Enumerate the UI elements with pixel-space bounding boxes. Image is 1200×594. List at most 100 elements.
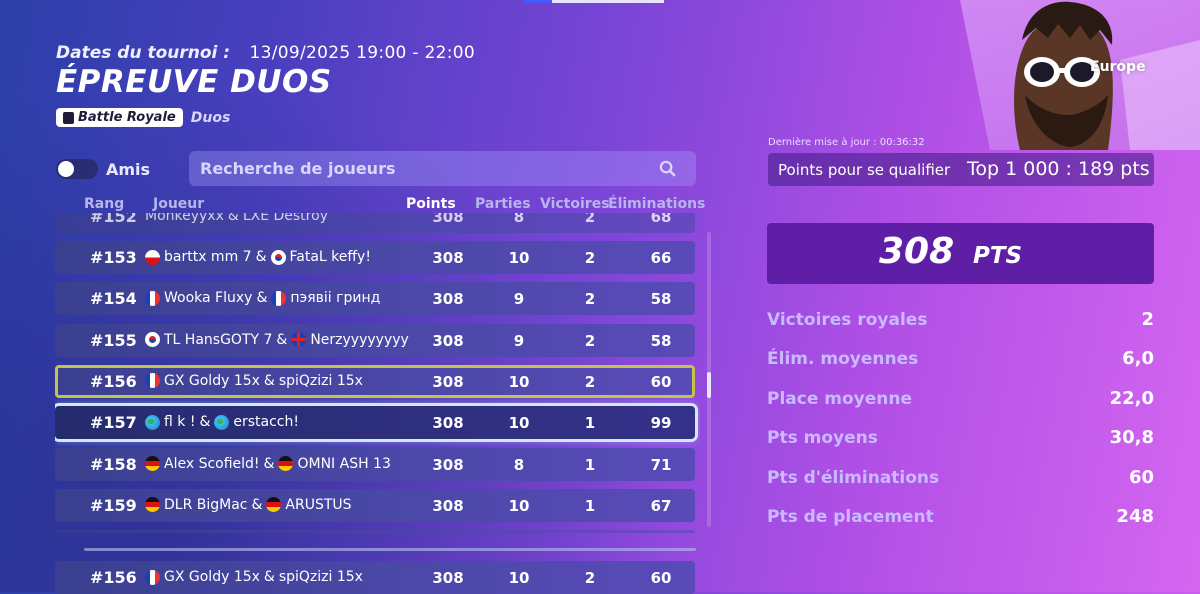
ampersand: & bbox=[255, 249, 267, 265]
row-rank: #154 bbox=[90, 289, 137, 309]
stat-value: 248 bbox=[1116, 506, 1154, 527]
row-player-2: spiQzizi 15x bbox=[278, 372, 363, 389]
stat-label: Pts moyens bbox=[767, 428, 878, 449]
row-points: 308 bbox=[432, 455, 464, 474]
character-portrait bbox=[960, 0, 1200, 150]
table-row-partial[interactable] bbox=[55, 530, 695, 533]
flag-de-icon bbox=[145, 456, 160, 471]
row-players: Monkeyyxx & LXE Destroy bbox=[145, 213, 328, 224]
row-rank: #158 bbox=[90, 454, 137, 474]
row-player-1: TL HansGOTY 7 bbox=[164, 331, 273, 348]
flag-kr-icon bbox=[145, 332, 160, 348]
row-players: GX Goldy 15x & spiQzizi 15x bbox=[145, 373, 363, 389]
pinned-player-row[interactable]: #156 GX Goldy 15x & spiQzizi 15x 308 10 2 60 bbox=[55, 561, 695, 594]
row-player-2: FataL keffy! bbox=[289, 249, 371, 265]
row-rank: #159 bbox=[90, 495, 137, 515]
row-elims: 99 bbox=[650, 414, 672, 433]
table-scrollbar[interactable] bbox=[707, 232, 711, 527]
row-rank: #152 bbox=[90, 213, 137, 226]
row-player-2: LXE Destroy bbox=[242, 213, 328, 224]
flag-de-icon bbox=[145, 497, 160, 513]
header-player[interactable]: Joueur bbox=[153, 196, 204, 212]
row-rank: #155 bbox=[90, 330, 137, 350]
stat-value: 22,0 bbox=[1109, 387, 1154, 409]
row-player-1: Wooka Fluxy bbox=[164, 290, 253, 307]
row-player-1: barttx mm 7 bbox=[164, 249, 252, 265]
row-player-2: OMNI ASH 13 bbox=[297, 455, 391, 472]
region-label: Europe bbox=[1090, 59, 1146, 75]
search-icon[interactable] bbox=[659, 160, 676, 177]
flag-fr-icon bbox=[145, 373, 160, 389]
stat-value: 30,8 bbox=[1109, 427, 1154, 449]
mode-badge: Battle Royale bbox=[56, 108, 183, 127]
search-input[interactable]: Recherche de joueurs bbox=[189, 151, 696, 186]
table-row[interactable]: #155 TL HansGOTY 7 & Nerzyyyyyyyy 308 9 2 58 bbox=[55, 323, 695, 357]
ampersand: & bbox=[263, 372, 275, 389]
table-row[interactable]: #154 Wooka Fluxy & пэявіі гринд 308 9 2 58 bbox=[55, 282, 695, 316]
header-matches[interactable]: Parties bbox=[475, 196, 531, 212]
header-elims[interactable]: Éliminations bbox=[608, 196, 705, 212]
row-players: Alex Scofield! & OMNI ASH 13 bbox=[145, 456, 391, 472]
row-wins: 2 bbox=[584, 213, 596, 226]
table-row[interactable]: #159 DLR BigMac & ARUSTUS 308 10 1 67 bbox=[55, 488, 695, 522]
ampersand: & bbox=[251, 496, 263, 513]
table-row[interactable]: #156 GX Goldy 15x & spiQzizi 15x 308 10 2 60 bbox=[55, 364, 695, 398]
mode-sub: Duos bbox=[190, 109, 231, 126]
flag-fr-icon bbox=[145, 290, 160, 306]
header-wins[interactable]: Victoires bbox=[540, 196, 610, 212]
row-rank: #156 bbox=[90, 568, 137, 587]
row-points: 308 bbox=[432, 372, 464, 391]
row-elims: 58 bbox=[650, 331, 672, 350]
row-player-2: spiQzizi 15x bbox=[278, 569, 363, 585]
table-row[interactable]: #158 Alex Scofield! & OMNI ASH 13 308 8 1 71 bbox=[55, 447, 695, 481]
header-rank[interactable]: Rang bbox=[84, 196, 124, 212]
row-wins: 1 bbox=[584, 414, 596, 433]
ampersand: & bbox=[263, 569, 275, 585]
stat-label: Pts de placement bbox=[767, 507, 934, 527]
row-elims: 66 bbox=[650, 249, 672, 267]
row-elims: 58 bbox=[650, 290, 672, 309]
mode-row: Battle Royale Duos bbox=[56, 108, 230, 127]
row-players: barttx mm 7 & FataL keffy! bbox=[145, 249, 371, 265]
flag-pl-icon bbox=[145, 249, 160, 265]
row-rank: #156 bbox=[90, 371, 137, 391]
last-updated: Dernière mise à jour : 00:36:32 bbox=[768, 137, 925, 148]
row-wins: 1 bbox=[584, 496, 596, 515]
scrollbar-thumb[interactable] bbox=[707, 372, 711, 398]
qualify-value: Top 1 000 : 189 pts bbox=[967, 158, 1150, 180]
row-player-1: fl k ! bbox=[164, 414, 196, 431]
ampersand: & bbox=[256, 290, 268, 307]
points-unit: PTS bbox=[973, 243, 1023, 269]
row-rank: #153 bbox=[90, 248, 137, 267]
row-matches: 10 bbox=[508, 372, 530, 391]
row-wins: 2 bbox=[584, 569, 596, 587]
row-matches: 9 bbox=[513, 290, 525, 309]
header-points[interactable]: Points bbox=[406, 196, 456, 212]
row-wins: 2 bbox=[584, 290, 596, 309]
row-player-1: Monkeyyxx bbox=[145, 213, 224, 224]
row-player-2: ARUSTUS bbox=[285, 496, 352, 513]
row-matches: 8 bbox=[513, 455, 525, 474]
row-elims: 68 bbox=[650, 213, 672, 226]
page-title: ÉPREUVE DUOS bbox=[56, 64, 332, 100]
top-indicator bbox=[524, 0, 664, 3]
stat-value: 60 bbox=[1128, 466, 1154, 488]
table-row[interactable]: #152 Monkeyyxx & LXE Destroy 308 8 2 68 bbox=[55, 213, 695, 233]
row-matches: 10 bbox=[508, 496, 530, 515]
row-matches: 9 bbox=[513, 331, 525, 350]
row-player-2: Nerzyyyyyyyy bbox=[310, 331, 409, 348]
row-player-2: пэявіі гринд bbox=[290, 290, 381, 307]
friends-toggle[interactable] bbox=[56, 159, 98, 179]
stat-label: Élim. moyennes bbox=[767, 349, 919, 370]
flag-fr-icon bbox=[145, 569, 160, 585]
row-player-2: erstacch! bbox=[233, 414, 299, 431]
flag-kr-icon bbox=[270, 249, 286, 265]
row-matches: 10 bbox=[508, 569, 530, 587]
qualify-label: Points pour se qualifier bbox=[778, 161, 951, 179]
row-elims: 67 bbox=[650, 496, 672, 515]
flag-de-icon bbox=[278, 456, 294, 471]
toggle-knob bbox=[58, 161, 74, 177]
table-row[interactable]: #153 barttx mm 7 & FataL keffy! 308 10 2 66 bbox=[55, 241, 695, 274]
leaderboard-list[interactable]: #152 Monkeyyxx & LXE Destroy 308 8 2 68 … bbox=[55, 213, 700, 533]
table-row[interactable]: #157 fl k ! & erstacch! 308 10 1 99 bbox=[55, 406, 695, 440]
